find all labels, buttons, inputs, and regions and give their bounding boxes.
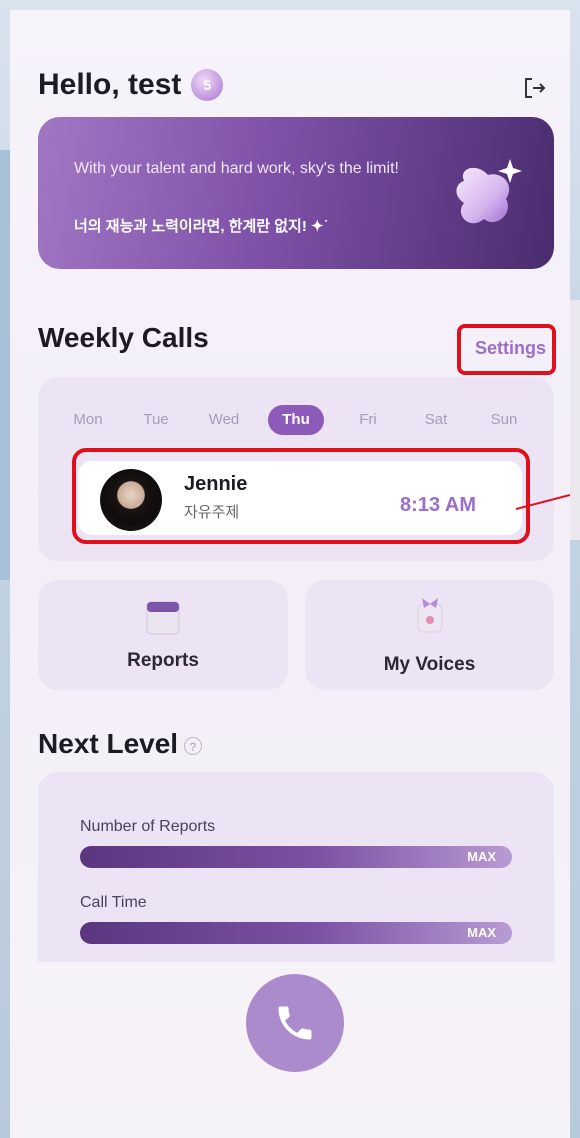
reports-progress-value: MAX <box>467 849 496 864</box>
motivation-banner: With your talent and hard work, sky's th… <box>38 117 554 269</box>
settings-link[interactable]: Settings <box>456 324 556 375</box>
weekly-calls-title: Weekly Calls <box>38 322 209 353</box>
day-tue[interactable]: Tue <box>132 405 180 435</box>
reports-tile[interactable]: Reports <box>38 580 288 690</box>
reports-icon <box>146 601 180 635</box>
help-icon[interactable]: ? <box>184 736 203 755</box>
call-time-label: Call Time <box>80 894 147 911</box>
reports-label: Reports <box>127 650 199 671</box>
logout-icon[interactable] <box>522 76 548 100</box>
day-wed[interactable]: Wed <box>200 405 248 435</box>
blob-icon <box>456 159 522 224</box>
day-fri[interactable]: Fri <box>344 405 392 435</box>
app-screen: Hello, test 5 With your talent and hard … <box>10 10 570 1138</box>
highlight-outline <box>72 448 530 544</box>
greeting-title: Hello, test <box>38 68 182 101</box>
day-sat[interactable]: Sat <box>412 405 460 435</box>
next-level-text: Next Level <box>38 728 179 759</box>
day-sun[interactable]: Sun <box>480 405 528 435</box>
start-call-button[interactable] <box>246 974 344 1072</box>
day-thu[interactable]: Thu <box>268 405 324 435</box>
day-selector: Mon Tue Wed Thu Fri Sat Sun <box>38 405 554 435</box>
my-voices-tile[interactable]: My Voices <box>305 580 554 690</box>
next-level-card: Number of Reports MAX Call Time MAX <box>38 772 554 962</box>
voices-icon <box>417 598 442 633</box>
call-time-progress-bar: MAX <box>80 922 512 944</box>
level-badge: 5 <box>191 69 224 101</box>
adjacent-panel-edge <box>570 300 580 540</box>
reports-count-label: Number of Reports <box>80 818 216 835</box>
next-level-title: Next Level? <box>38 728 203 760</box>
my-voices-label: My Voices <box>383 654 476 675</box>
banner-text-en: With your talent and hard work, sky's th… <box>74 160 399 177</box>
phone-icon <box>278 1006 312 1040</box>
day-mon[interactable]: Mon <box>64 405 112 435</box>
reports-progress-bar: MAX <box>80 846 512 868</box>
call-time-progress-value: MAX <box>467 925 496 940</box>
annotation-pointer <box>516 494 570 510</box>
banner-text-ko: 너의 재능과 노력이라면, 한계란 없지! ✦˙ <box>74 218 329 235</box>
greeting-row: Hello, test 5 <box>38 68 224 102</box>
weekly-calls-card: Mon Tue Wed Thu Fri Sat Sun Jennie 자유주제 … <box>38 377 554 561</box>
